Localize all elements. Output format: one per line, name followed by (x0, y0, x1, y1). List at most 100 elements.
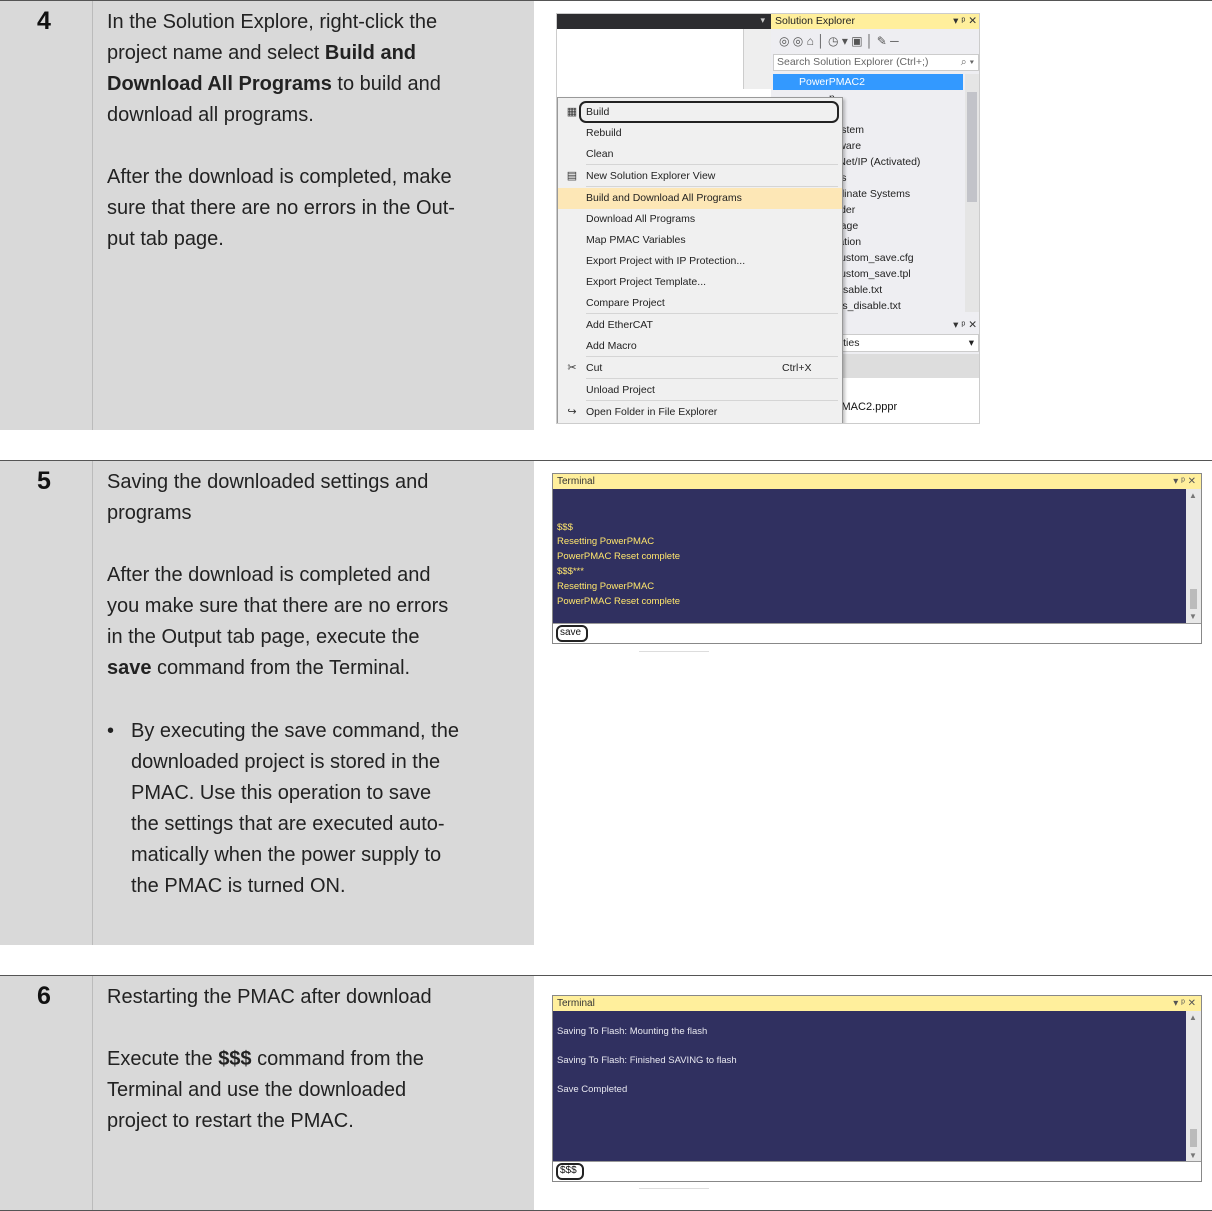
menu-item-properties[interactable]: 🔧 Properties Alt+Enter (558, 423, 842, 424)
menu-item-label: Rebuild (586, 127, 622, 139)
solution-explorer-search-input[interactable]: Search Solution Explorer (Ctrl+;) ⌕ ▾ (773, 54, 979, 71)
step-number: 4 (37, 7, 51, 35)
scroll-up-icon[interactable]: ▲ (1189, 491, 1197, 500)
dropdown-arrow-icon[interactable]: ▾ (760, 15, 765, 26)
menu-item-icon: 🔧 (564, 423, 580, 424)
search-placeholder: Search Solution Explorer (Ctrl+;) (777, 56, 929, 68)
note-line: PMAC. Use this operation to save (131, 782, 432, 804)
menu-item-new-solution-explorer-view[interactable]: ▤ New Solution Explorer View (558, 166, 842, 187)
terminal-window: Terminal ▾ ᵖ ✕ $$$ Resetting PowerPMAC Pow… (552, 473, 1202, 644)
scroll-down-icon[interactable]: ▼ (1189, 1151, 1197, 1160)
menu-separator (586, 186, 838, 187)
menu-item-clean[interactable]: Clean (558, 144, 842, 165)
menu-item-open-folder-in-file-explorer[interactable]: ↪ Open Folder in File Explorer (558, 402, 842, 423)
step-instructions: In the Solution Explore, right-click the… (107, 7, 527, 255)
terminal-scrollbar[interactable]: ▲ ▼ (1186, 1011, 1201, 1162)
solution-explorer-toolbar[interactable]: ◎ ◎ ⌂ │ ◷ ▾ ▣ │ ✎ ─ (771, 30, 979, 52)
scrollbar-thumb[interactable] (1190, 1129, 1197, 1147)
bold-text: save (107, 657, 152, 679)
step-text-cell: In the Solution Explore, right-click the… (92, 1, 534, 430)
bold-text: Build and (324, 42, 417, 64)
search-icon[interactable]: ⌕ ▾ (961, 55, 974, 70)
menu-item-add-ethercat[interactable]: Add EtherCAT (558, 315, 842, 336)
terminal-scrollbar[interactable]: ▲ ▼ (1186, 489, 1201, 623)
menu-item-map-pmac-variables[interactable]: Map PMAC Variables (558, 230, 842, 251)
text-line: Terminal and use the downloaded (107, 1075, 527, 1106)
menu-item-download-all-programs[interactable]: Download All Programs (558, 209, 842, 230)
menu-separator (586, 356, 838, 357)
panel-controls-icon[interactable]: ▾ ᵖ ✕ (1173, 474, 1196, 489)
menu-item-rebuild[interactable]: Rebuild (558, 123, 842, 144)
menu-item-cut[interactable]: ✂ Cut Ctrl+X (558, 358, 842, 379)
step-screenshot-cell: Terminal ▾ ᵖ ✕ Saving To Flash: Mounting… (534, 976, 1212, 1210)
text-line: put tab page. (107, 224, 527, 255)
bullet-icon: • (107, 720, 115, 742)
panel-controls-icon[interactable]: ▾ ᵖ ✕ (1173, 996, 1196, 1011)
editor-scrollbar[interactable] (743, 29, 771, 89)
step-6: 6 Restarting the PMAC after download Exec… (0, 975, 1212, 1211)
text-line: Download All Programs to build and (107, 69, 527, 100)
editor-header: ▾ (557, 14, 771, 29)
terminal-line: PowerPMAC Reset complete (557, 551, 681, 562)
step-number-cell: 4 (0, 1, 92, 430)
menu-separator (586, 400, 838, 401)
note-line: the PMAC is turned ON. (131, 875, 346, 897)
terminal-input-row[interactable]: $$$ (553, 1161, 1201, 1181)
text-run: in the Output tab page, execute the (107, 626, 420, 648)
text-line (107, 131, 527, 162)
text-run: Terminal and use the downloaded (107, 1079, 407, 1101)
solution-explorer-title: Solution Explorer (775, 15, 855, 27)
text-line: Saving the downloaded settings and (107, 467, 527, 498)
terminal-command-input[interactable]: $$$ (556, 1163, 584, 1180)
terminal-output: $$$ Resetting PowerPMAC PowerPMAC Reset co… (553, 489, 1186, 623)
terminal-input-row[interactable]: save (553, 623, 1201, 643)
scroll-down-icon[interactable]: ▼ (1189, 612, 1197, 621)
menu-item-icon: ✂ (567, 362, 577, 374)
menu-item-build-and-download-all-programs[interactable]: Build and Download All Programs (558, 188, 842, 209)
tree-scrollbar[interactable] (965, 74, 979, 312)
scrollbar-thumb[interactable] (1190, 589, 1197, 609)
text-run: project to restart the PMAC. (107, 1110, 354, 1132)
terminal-line: Saving To Flash: Mounting the flash (557, 1026, 708, 1037)
panel-controls-icon[interactable]: ▾ ᵖ ✕ (953, 14, 977, 29)
menu-item-icon: ▦ (566, 106, 578, 118)
text-run: you make sure that there are no errors (107, 595, 449, 617)
note-line: downloaded project is stored in the (131, 751, 441, 773)
divider (639, 651, 709, 652)
text-run: Saving the downloaded settings and (107, 471, 429, 493)
text-line: Execute the $$$ command from the (107, 1044, 527, 1075)
menu-item-label: Open Folder in File Explorer (586, 406, 718, 418)
terminal-command-input[interactable]: save (556, 625, 588, 642)
terminal-line: $$$ (557, 522, 573, 533)
text-line: save command from the Terminal. (107, 653, 527, 684)
scroll-up-icon[interactable]: ▲ (1189, 1013, 1197, 1022)
terminal-line: Saving To Flash: Finished SAVING to flas… (557, 1055, 737, 1066)
text-line (107, 529, 527, 560)
menu-item-unload-project[interactable]: Unload Project (558, 380, 842, 401)
menu-item-add-macro[interactable]: Add Macro (558, 336, 842, 357)
tree-item-project[interactable]: PowerPMAC2 (773, 74, 963, 90)
text-run: After the download is completed, make (107, 166, 452, 188)
text-run: After the download is completed and (107, 564, 431, 586)
menu-item-label: Compare Project (586, 297, 665, 309)
text-line: In the Solution Explore, right-click the (107, 7, 527, 38)
menu-item-label: Cut (586, 362, 603, 374)
menu-item-export-project-with-ip-protection[interactable]: Export Project with IP Protection... (558, 251, 842, 272)
panel-controls-icon[interactable]: ▾ ᵖ ✕ (953, 319, 977, 331)
menu-item-label: Map PMAC Variables (586, 234, 686, 246)
scrollbar-thumb[interactable] (967, 92, 977, 202)
bold-text: Download All Programs (107, 73, 332, 95)
menu-separator (586, 164, 838, 165)
menu-item-compare-project[interactable]: Compare Project (558, 293, 842, 314)
menu-separator (586, 313, 838, 314)
step-number: 5 (37, 467, 51, 495)
text-line: After the download is completed and (107, 560, 527, 591)
text-line: project name and select Build and (107, 38, 527, 69)
text-line (107, 1013, 527, 1044)
text-line: download all programs. (107, 100, 527, 131)
note-line: the settings that are executed auto- (131, 813, 445, 835)
divider (639, 1188, 709, 1189)
visual-studio-screenshot: ▾ Solution Explorer ▾ ᵖ ✕ ◎ ◎ ⌂ │ ◷ ▾ ▣ … (556, 13, 980, 424)
text-run: programs (107, 502, 192, 524)
menu-item-export-project-template[interactable]: Export Project Template... (558, 272, 842, 293)
